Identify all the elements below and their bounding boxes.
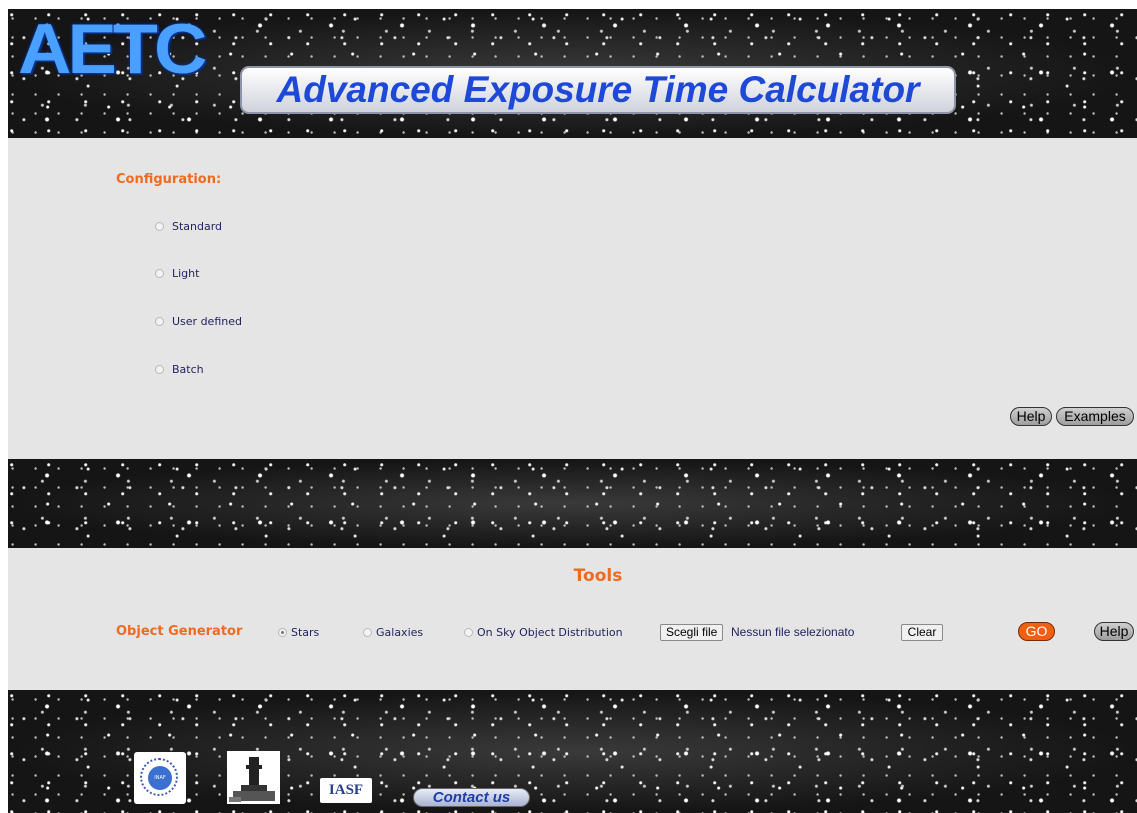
radio-light[interactable] [155,269,164,278]
config-option-standard[interactable]: Standard [155,220,222,233]
radio-stars[interactable] [278,628,287,637]
config-option-light[interactable]: Light [155,267,199,280]
examples-button[interactable]: Examples [1056,407,1134,426]
config-help-button[interactable]: Help [1010,407,1052,426]
radio-batch[interactable] [155,365,164,374]
tools-help-button[interactable]: Help [1094,622,1134,641]
object-option-sky-distribution[interactable]: On Sky Object Distribution [464,626,623,639]
object-generator-label: Object Generator [116,624,243,639]
radio-galaxies[interactable] [363,628,372,637]
config-option-label: Standard [172,220,223,233]
page-title: Advanced Exposure Time Calculator [276,69,920,110]
clear-button[interactable]: Clear [901,624,943,641]
radio-sky-distribution[interactable] [464,628,473,637]
inaf-logo: INAF [134,752,186,804]
no-file-text: Nessun file selezionato [731,625,855,639]
aetc-logo: AETC [18,9,207,88]
object-option-stars[interactable]: Stars [278,626,319,639]
iasf-logo-text: IASF [328,782,364,798]
object-option-label: Galaxies [376,626,424,639]
object-option-galaxies[interactable]: Galaxies [363,626,423,639]
config-option-label: Light [172,267,200,280]
title-banner: Advanced Exposure Time Calculator [240,66,956,114]
inaf-logo-text: INAF [148,766,172,790]
observatory-logo [227,751,280,804]
object-option-label: On Sky Object Distribution [477,626,623,639]
config-option-user-defined[interactable]: User defined [155,315,242,328]
choose-file-button[interactable]: Scegli file [660,624,724,641]
star-band [8,459,1137,548]
iasf-logo: IASF [320,778,372,803]
config-option-label: User defined [172,315,242,328]
tools-heading: Tools [573,566,623,586]
radio-standard[interactable] [155,222,164,231]
config-option-batch[interactable]: Batch [155,363,204,376]
radio-user-defined[interactable] [155,317,164,326]
go-button[interactable]: GO [1018,622,1055,641]
contact-us-button[interactable]: Contact us [413,788,530,807]
configuration-heading: Configuration: [116,172,222,187]
config-option-label: Batch [172,363,204,376]
object-option-label: Stars [291,626,320,639]
